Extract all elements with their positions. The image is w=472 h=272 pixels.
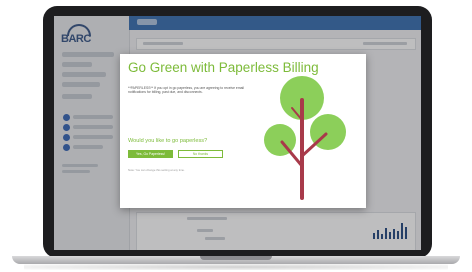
laptop-shadow xyxy=(24,264,448,270)
go-paperless-button[interactable]: Yes, Go Paperless! xyxy=(128,150,173,158)
modal-body-text: **PAPERLESS** If you opt in go paperless… xyxy=(128,86,245,95)
modal-footnote: Note: You can change this setting at any… xyxy=(128,168,185,172)
laptop-notch xyxy=(200,256,272,260)
paperless-modal: Go Green with Paperless Billing **PAPERL… xyxy=(120,54,366,208)
tree-illustration xyxy=(264,76,346,200)
no-thanks-button[interactable]: No thanks xyxy=(178,150,223,158)
laptop-screen: BARC Go Green with Paperless Billing **P… xyxy=(54,16,421,250)
modal-question: Would you like to go paperless? xyxy=(128,138,208,144)
